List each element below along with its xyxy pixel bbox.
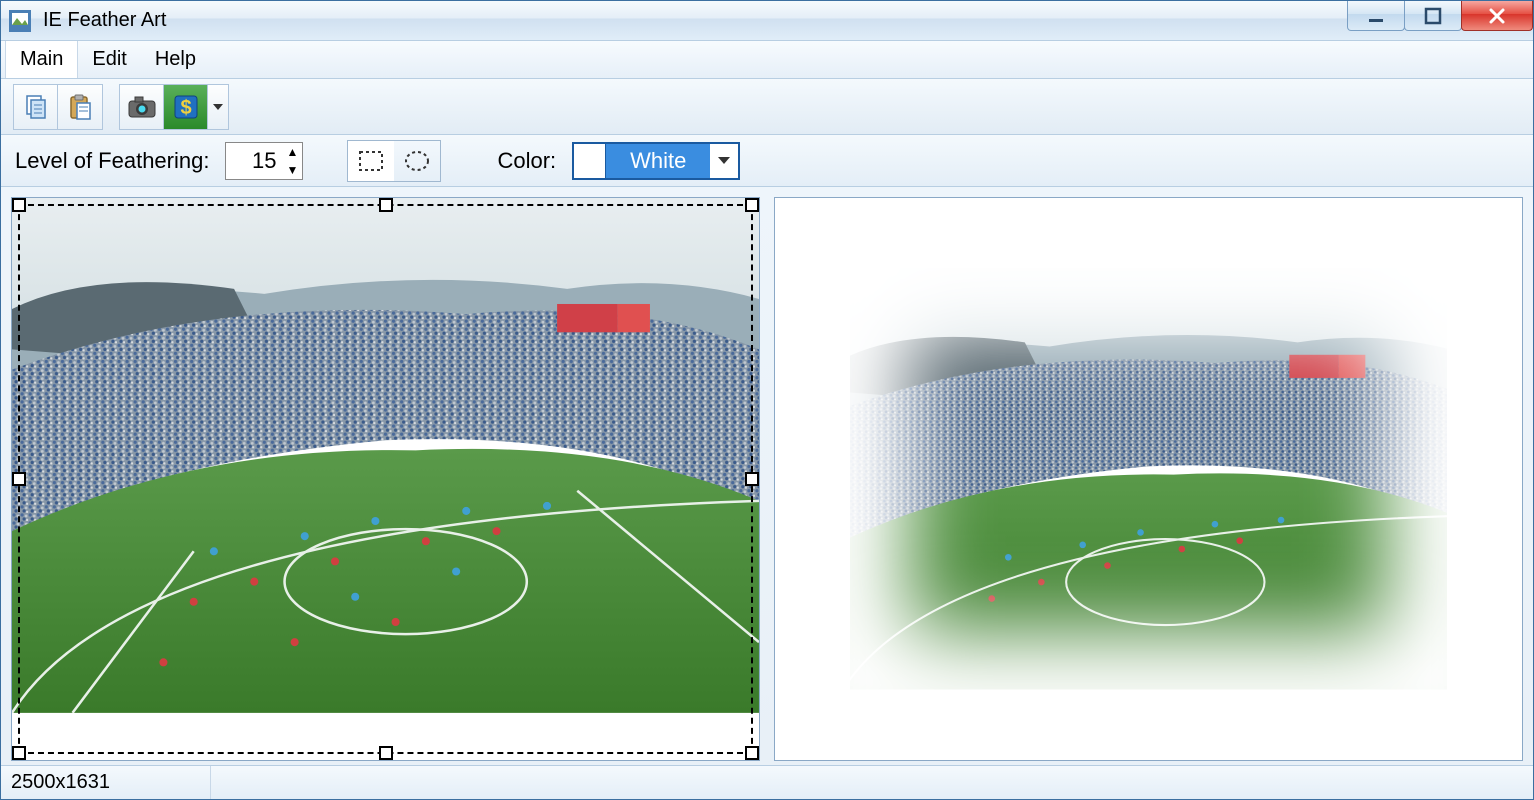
window-controls [1348,1,1533,40]
options-toolbar: Level of Feathering: ▲ ▼ Color: White [1,135,1533,187]
handle-bottom-middle[interactable] [379,746,393,760]
statusbar: 2500x1631 [1,765,1533,799]
app-icon [7,8,33,34]
feathering-label: Level of Feathering: [15,148,209,174]
rectangle-selection-button[interactable] [348,141,394,181]
source-image[interactable] [12,198,759,760]
color-value: White [606,144,710,178]
status-empty [211,766,1533,799]
selection-shape-group [347,140,441,182]
workspace [1,187,1533,765]
color-label: Color: [497,148,556,174]
handle-bottom-left[interactable] [12,746,26,760]
handle-bottom-right[interactable] [745,746,759,760]
money-button[interactable]: $ [164,85,208,129]
svg-text:$: $ [180,97,191,119]
preview-image [775,198,1522,760]
status-dimensions: 2500x1631 [1,766,211,799]
capture-group: $ [119,84,229,130]
handle-top-left[interactable] [12,198,26,212]
handle-middle-right[interactable] [745,472,759,486]
selection-marquee[interactable] [18,204,753,754]
ellipse-selection-button[interactable] [394,141,440,181]
color-dropdown[interactable]: White [572,142,740,180]
handle-top-middle[interactable] [379,198,393,212]
preview-panel [774,197,1523,761]
menu-edit[interactable]: Edit [78,41,140,78]
window-title: IE Feather Art [43,9,166,32]
color-dropdown-arrow[interactable] [710,144,738,178]
close-button[interactable] [1461,1,1533,31]
feathering-up[interactable]: ▲ [282,143,302,161]
main-toolbar: $ [1,79,1533,135]
stadium-preview-illustration [850,268,1448,690]
menubar: Main Edit Help [1,41,1533,79]
handle-middle-left[interactable] [12,472,26,486]
paste-button[interactable] [58,85,102,129]
copy-button[interactable] [14,85,58,129]
minimize-button[interactable] [1347,1,1405,31]
handle-top-right[interactable] [745,198,759,212]
source-panel [11,197,760,761]
titlebar[interactable]: IE Feather Art [1,1,1533,41]
clipboard-group [13,84,103,130]
feathering-down[interactable]: ▼ [282,161,302,179]
menu-main[interactable]: Main [5,41,78,78]
camera-button[interactable] [120,85,164,129]
app-window: IE Feather Art Main Edit Help [0,0,1534,800]
feathering-input[interactable] [226,148,282,174]
feathering-spinner[interactable]: ▲ ▼ [225,142,303,180]
menu-help[interactable]: Help [141,41,210,78]
money-dropdown[interactable] [208,85,228,129]
color-swatch [574,144,606,178]
maximize-button[interactable] [1404,1,1462,31]
